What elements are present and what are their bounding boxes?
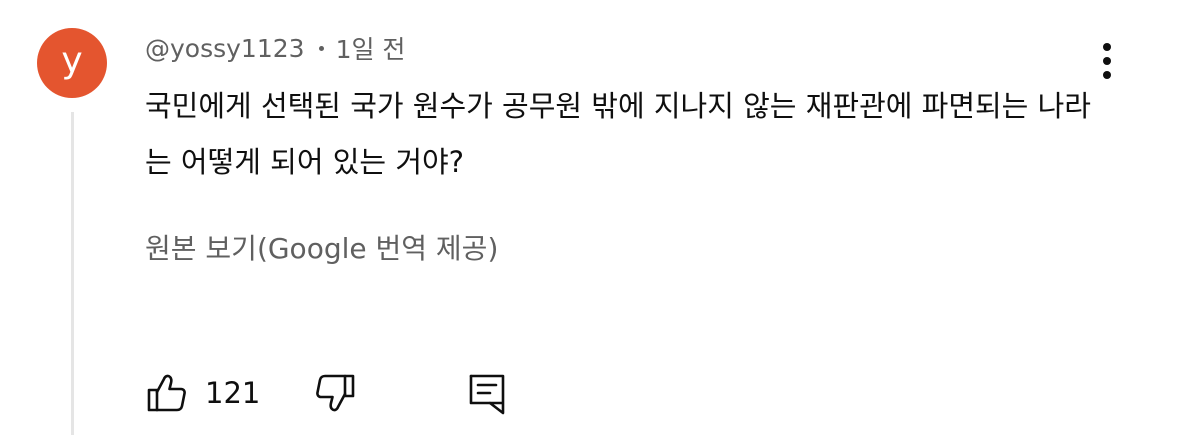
dislike-button[interactable] xyxy=(313,370,357,416)
like-button[interactable]: 121 xyxy=(145,370,260,416)
reply-icon xyxy=(469,374,505,415)
avatar[interactable]: y xyxy=(37,28,107,98)
comment-actions: 121 xyxy=(145,370,545,416)
comment-header: @yossy1123 1일 전 xyxy=(145,30,405,66)
comment-text: 국민에게 선택된 국가 원수가 공무원 밖에 지나지 않는 재판관에 파면되는 … xyxy=(145,89,1091,179)
thumbs-down-icon xyxy=(316,374,355,412)
thread-line xyxy=(71,112,74,435)
more-vertical-icon-dot xyxy=(1103,43,1111,51)
more-vertical-icon-dot xyxy=(1103,57,1111,65)
separator-dot xyxy=(318,45,324,51)
author-name[interactable]: @yossy1123 xyxy=(145,34,305,63)
like-count: 121 xyxy=(205,376,261,410)
reply-button[interactable] xyxy=(465,370,509,416)
view-original-link[interactable]: 원본 보기(Google 번역 제공) xyxy=(145,224,498,274)
avatar-letter: y xyxy=(61,40,83,81)
thumbs-up-icon xyxy=(147,374,186,412)
more-vertical-icon-dot xyxy=(1103,71,1111,79)
timestamp[interactable]: 1일 전 xyxy=(336,30,406,66)
